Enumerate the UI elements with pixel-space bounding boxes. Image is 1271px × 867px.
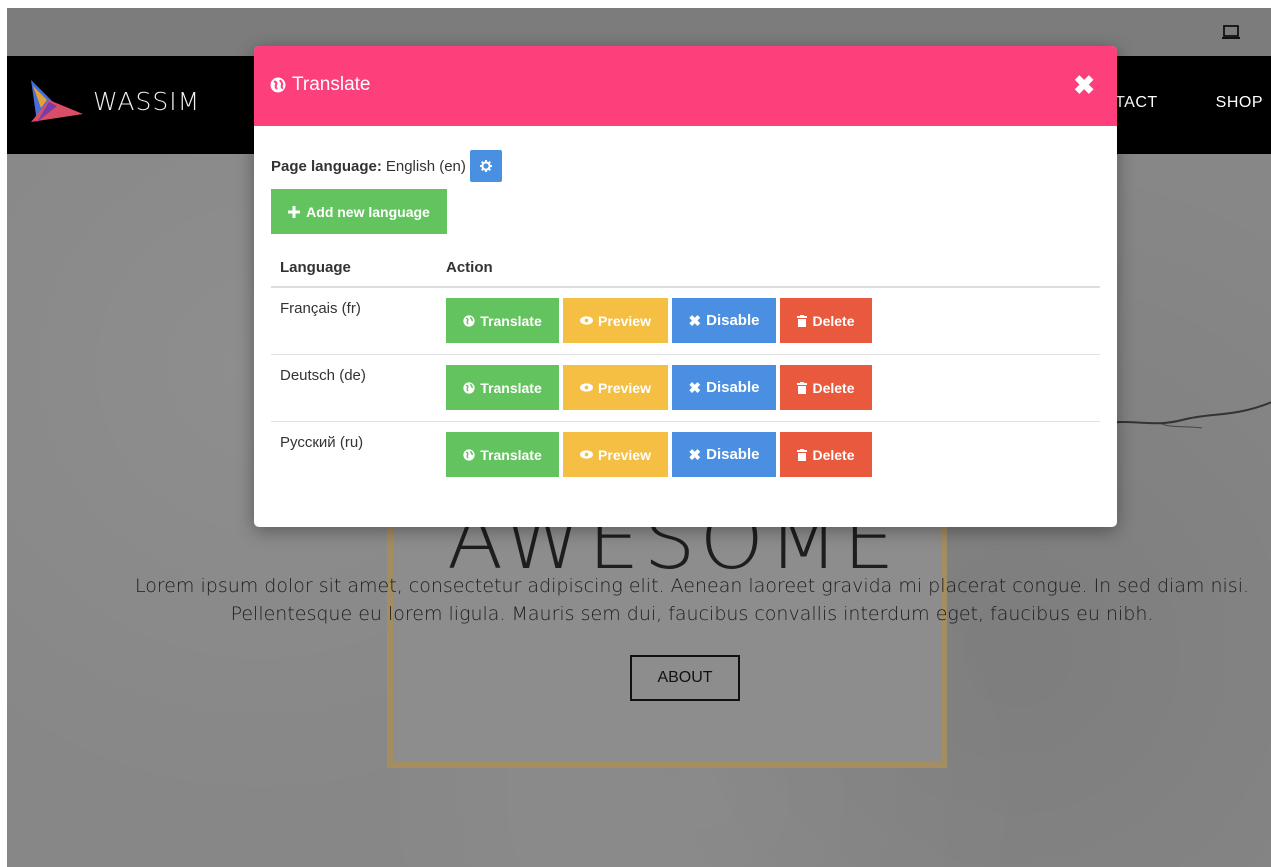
- preview-button-label: Preview: [598, 379, 651, 396]
- trash-icon: [797, 314, 808, 327]
- page-language-value: English (en): [385, 157, 466, 175]
- x-icon: ✖: [688, 446, 702, 464]
- globe-icon: [463, 381, 475, 394]
- preview-button[interactable]: Preview: [563, 298, 668, 343]
- delete-button[interactable]: Delete: [780, 298, 872, 343]
- trash-icon: [797, 448, 808, 461]
- about-button[interactable]: ABOUT: [630, 655, 740, 701]
- eye-icon: [580, 316, 594, 325]
- site-logo[interactable]: WASSIM: [27, 78, 200, 124]
- trash-icon: [797, 381, 808, 394]
- globe-icon: [463, 314, 475, 327]
- translate-button[interactable]: Translate: [446, 432, 559, 477]
- eye-icon: [580, 450, 594, 459]
- translate-button-label: Translate: [480, 312, 542, 329]
- globe-icon: [463, 448, 475, 461]
- nav-item-contact[interactable]: TACT: [1115, 94, 1158, 112]
- hero-paragraph: Lorem ipsum dolor sit amet, consectetur …: [112, 572, 1271, 628]
- add-language-label: Add new language: [306, 203, 430, 220]
- disable-button[interactable]: ✖ Disable: [672, 432, 776, 477]
- delete-button-label: Delete: [812, 379, 855, 396]
- delete-button[interactable]: Delete: [780, 365, 872, 410]
- table-row: Deutsch (de) Translate Preview ✖ Disable…: [271, 355, 1100, 422]
- column-header-action: Action: [446, 259, 493, 276]
- column-header-language: Language: [280, 259, 351, 276]
- language-name: Deutsch (de): [280, 367, 366, 384]
- delete-button-label: Delete: [812, 312, 855, 329]
- delete-button-label: Delete: [812, 446, 855, 463]
- wall-crack-decoration: [1102, 401, 1271, 429]
- disable-button[interactable]: ✖ Disable: [672, 365, 776, 410]
- close-icon[interactable]: ✖: [1073, 72, 1095, 98]
- row-actions: Translate Preview ✖ Disable Delete: [446, 365, 872, 410]
- logo-mark-icon: [31, 80, 83, 122]
- logo-text: WASSIM: [93, 86, 201, 116]
- modal-title: Translate: [270, 74, 371, 96]
- table-header: Language Action: [271, 250, 1100, 288]
- language-name: Français (fr): [280, 300, 361, 317]
- disable-button-label: Disable: [706, 446, 760, 463]
- translate-button[interactable]: Translate: [446, 365, 559, 410]
- table-row: Русский (ru) Translate Preview ✖ Disable…: [271, 422, 1100, 488]
- delete-button[interactable]: Delete: [780, 432, 872, 477]
- disable-button-label: Disable: [706, 312, 760, 329]
- page-language: Page language: English (en): [271, 150, 502, 182]
- gear-icon: [479, 160, 492, 172]
- plus-icon: [288, 205, 301, 218]
- page-language-label: Page language:: [271, 157, 382, 175]
- preview-button-label: Preview: [598, 446, 651, 463]
- language-name: Русский (ru): [280, 434, 364, 451]
- x-icon: ✖: [688, 312, 702, 330]
- preview-button-label: Preview: [598, 312, 651, 329]
- translate-button-label: Translate: [480, 446, 542, 463]
- row-actions: Translate Preview ✖ Disable Delete: [446, 432, 872, 477]
- globe-icon: [270, 77, 286, 93]
- eye-icon: [580, 383, 594, 392]
- page-language-settings-button[interactable]: [469, 150, 502, 182]
- laptop-icon[interactable]: [1221, 22, 1241, 42]
- disable-button-label: Disable: [706, 379, 760, 396]
- site-nav: TACT SHOP: [1115, 94, 1263, 112]
- hero-paragraph-line-2: Pellentesque eu lorem ligula. Mauris sem…: [230, 603, 1154, 625]
- table-row: Français (fr) Translate Preview ✖ Disabl…: [271, 288, 1100, 355]
- hero-paragraph-line-1: Lorem ipsum dolor sit amet, consectetur …: [134, 575, 1250, 597]
- modal-title-text: Translate: [292, 74, 371, 95]
- add-language-button[interactable]: Add new language: [271, 189, 447, 234]
- nav-item-shop[interactable]: SHOP: [1216, 94, 1263, 112]
- translate-button-label: Translate: [480, 379, 542, 396]
- row-actions: Translate Preview ✖ Disable Delete: [446, 298, 872, 343]
- disable-button[interactable]: ✖ Disable: [672, 298, 776, 343]
- translate-modal: Translate ✖ Page language: English (en): [254, 46, 1117, 527]
- modal-header: Translate ✖: [254, 46, 1117, 126]
- translate-button[interactable]: Translate: [446, 298, 559, 343]
- preview-button[interactable]: Preview: [563, 432, 668, 477]
- x-icon: ✖: [688, 379, 702, 397]
- preview-button[interactable]: Preview: [563, 365, 668, 410]
